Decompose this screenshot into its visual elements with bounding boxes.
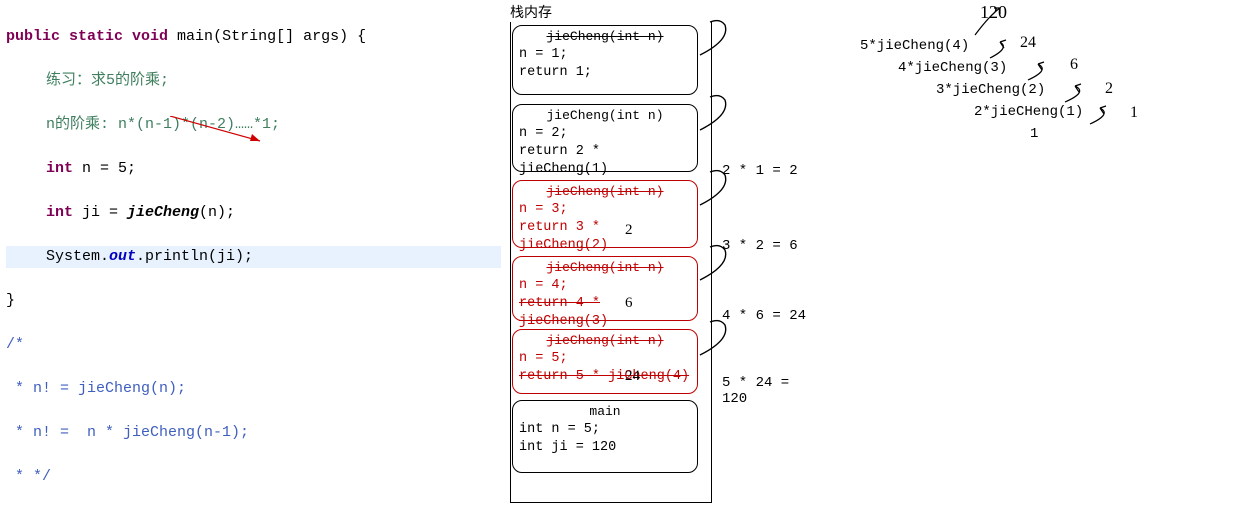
kw-int2: int [46,204,73,221]
frame-n3-a: n = 3; [519,202,568,217]
frame-n1-a: n = 1; [519,47,568,62]
hand-1: 1 [1130,104,1138,122]
comment-l10: * n! = n * jieCheng(n-1); [6,422,501,444]
frame-n3-header: jieCheng(int n) [519,183,691,201]
frame-n2-b: return 2 * jieCheng(1) [519,144,608,177]
kw-public: public static void [6,28,168,45]
frame-n1: jieCheng(int n) n = 1; return 1; [512,25,698,95]
frame-n5-b: return 5 * jiCheng(4) [519,369,689,384]
frame-n3-b: return 3 * jieCheng(2) [519,220,608,253]
scratch-24: 24 [625,368,640,385]
comment-open: /* [6,334,501,356]
comment-l9: * n! = jieCheng(n); [6,378,501,400]
frame-n4-header: jieCheng(int n) [519,259,691,277]
code-editor: public static void main(String[] args) {… [0,0,507,507]
comment-formula: n的阶乘: n*(n-1)*(n-2)……*1; [6,114,280,136]
hand-24: 24 [1020,34,1036,52]
stmt-n5: n = 5; [73,160,136,177]
frame-main-a: int n = 5; [519,422,600,437]
frame-main: main int n = 5; int ji = 120 [512,400,698,473]
fn-main: main [177,28,213,45]
args-n: (n); [199,204,235,221]
frame-n2-header: jieCheng(int n) [519,107,691,125]
result-2: 2 * 1 = 2 [722,163,798,179]
stmt-print-a: System. [46,248,109,265]
frame-main-header: main [519,403,691,421]
frame-n4-a: n = 4; [519,278,568,293]
frame-n3: jieCheng(int n) n = 3; return 3 * jieChe… [512,180,698,248]
tree-row1: 4*jieCheng(3) [898,60,1007,76]
frame-n5-header: jieCheng(int n) [519,332,691,350]
frame-n1-header: jieCheng(int n) [519,28,691,46]
comment-close: * */ [6,466,501,488]
tree-row0: 5*jieCheng(4) [860,38,969,54]
tree-row4: 1 [1030,126,1038,142]
frame-n5: jieCheng(int n) n = 5; return 5 * jiChen… [512,329,698,394]
comment-exercise: 练习：求5的阶乘; [6,70,169,92]
hand-6: 6 [1070,56,1078,74]
scratch-2: 2 [625,222,633,239]
hand-120: 120 [980,2,1007,23]
sig-main: (String[] args) { [213,28,366,45]
frame-n1-b: return 1; [519,65,592,80]
kw-int: int [46,160,73,177]
frame-main-b: int ji = 120 [519,440,616,455]
stack-memory-diagram: 栈内存 jieCheng(int n) n = 1; return 1; jie… [500,0,820,507]
out-field: out [109,248,136,265]
tree-row3: 2*jieCHeng(1) [974,104,1083,120]
frame-n4-b: return 4 * jieCheng(3) [519,296,608,329]
stmt-print-c: .println(ji); [136,248,253,265]
result-6: 3 * 2 = 6 [722,238,798,254]
tree-row2: 3*jieCheng(2) [936,82,1045,98]
stmt-ji: ji = [73,204,127,221]
frame-n2: jieCheng(int n) n = 2; return 2 * jieChe… [512,104,698,172]
frame-n5-a: n = 5; [519,351,568,366]
call-jiecheng: jieCheng [127,204,199,221]
brace-close-main: } [6,290,501,312]
stack-title: 栈内存 [510,2,552,22]
frame-n4: jieCheng(int n) n = 4; return 4 * jieChe… [512,256,698,321]
scratch-6: 6 [625,295,633,312]
recursion-expansion: 120 5*jieCheng(4) 4*jieCheng(3) 3*jieChe… [860,0,1230,200]
frame-n2-a: n = 2; [519,126,568,141]
result-120: 5 * 24 = 120 [722,375,820,407]
hand-2: 2 [1105,80,1113,98]
result-24: 4 * 6 = 24 [722,308,806,324]
tree-return-arrows [860,0,1230,200]
